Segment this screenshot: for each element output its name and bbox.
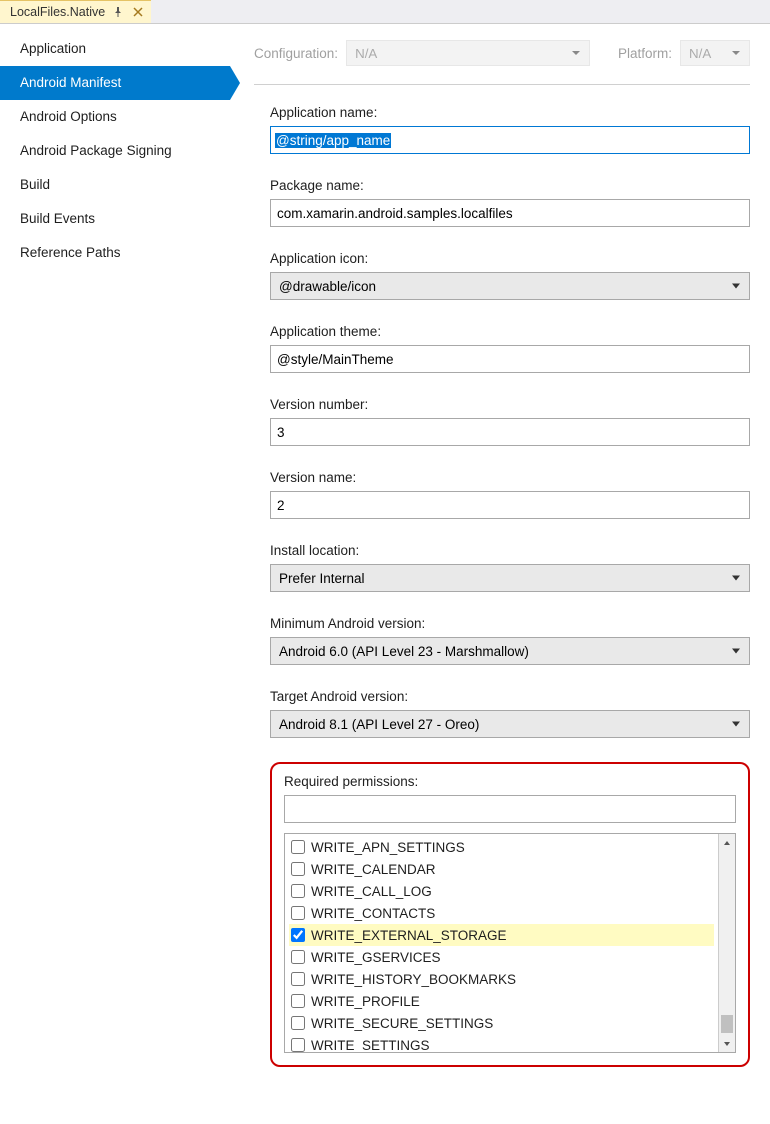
- permissions-scrollbar[interactable]: [718, 834, 735, 1052]
- permission-label: WRITE_CONTACTS: [311, 906, 435, 921]
- permission-row[interactable]: WRITE_SETTINGS: [289, 1034, 714, 1052]
- version-number-label: Version number:: [270, 397, 750, 412]
- min-android-select[interactable]: Android 6.0 (API Level 23 - Marshmallow): [270, 637, 750, 665]
- permission-checkbox[interactable]: [291, 1016, 305, 1030]
- tab-strip: LocalFiles.Native: [0, 0, 770, 24]
- scroll-down-icon[interactable]: [719, 1035, 735, 1052]
- permission-checkbox[interactable]: [291, 840, 305, 854]
- application-name-value: @string/app_name: [275, 133, 391, 148]
- application-name-input[interactable]: @string/app_name: [270, 126, 750, 154]
- sidebar: Application Android Manifest Android Opt…: [0, 24, 230, 1124]
- target-android-label: Target Android version:: [270, 689, 750, 704]
- close-icon[interactable]: [131, 5, 145, 19]
- permission-row[interactable]: WRITE_CALL_LOG: [289, 880, 714, 902]
- platform-label: Platform:: [618, 46, 672, 61]
- permission-checkbox[interactable]: [291, 950, 305, 964]
- permission-label: WRITE_SECURE_SETTINGS: [311, 1016, 493, 1031]
- permission-checkbox[interactable]: [291, 862, 305, 876]
- permission-row[interactable]: WRITE_CALENDAR: [289, 858, 714, 880]
- sidebar-item-android-manifest[interactable]: Android Manifest: [0, 66, 230, 100]
- sidebar-item-reference-paths[interactable]: Reference Paths: [0, 236, 230, 270]
- configuration-select: N/A: [346, 40, 590, 66]
- permissions-filter-input[interactable]: [284, 795, 736, 823]
- version-name-input[interactable]: [270, 491, 750, 519]
- version-name-label: Version name:: [270, 470, 750, 485]
- permission-row[interactable]: WRITE_HISTORY_BOOKMARKS: [289, 968, 714, 990]
- permission-label: WRITE_HISTORY_BOOKMARKS: [311, 972, 516, 987]
- sidebar-item-build[interactable]: Build: [0, 168, 230, 202]
- permission-label: WRITE_EXTERNAL_STORAGE: [311, 928, 507, 943]
- required-permissions-group: Required permissions: WRITE_APN_SETTINGS…: [270, 762, 750, 1067]
- permission-checkbox[interactable]: [291, 884, 305, 898]
- permission-row[interactable]: WRITE_APN_SETTINGS: [289, 836, 714, 858]
- permission-row[interactable]: WRITE_PROFILE: [289, 990, 714, 1012]
- package-name-label: Package name:: [270, 178, 750, 193]
- target-android-select[interactable]: Android 8.1 (API Level 27 - Oreo): [270, 710, 750, 738]
- permission-checkbox[interactable]: [291, 994, 305, 1008]
- permission-checkbox[interactable]: [291, 972, 305, 986]
- document-tab[interactable]: LocalFiles.Native: [0, 0, 151, 23]
- permission-label: WRITE_APN_SETTINGS: [311, 840, 465, 855]
- sidebar-item-application[interactable]: Application: [0, 32, 230, 66]
- permission-label: WRITE_PROFILE: [311, 994, 420, 1009]
- configuration-label: Configuration:: [254, 46, 338, 61]
- install-location-select[interactable]: Prefer Internal: [270, 564, 750, 592]
- permission-checkbox[interactable]: [291, 1038, 305, 1052]
- scroll-up-icon[interactable]: [719, 834, 735, 851]
- min-android-label: Minimum Android version:: [270, 616, 750, 631]
- permission-row[interactable]: WRITE_EXTERNAL_STORAGE: [289, 924, 714, 946]
- tab-title: LocalFiles.Native: [10, 5, 105, 19]
- permission-checkbox[interactable]: [291, 928, 305, 942]
- application-icon-select[interactable]: @drawable/icon: [270, 272, 750, 300]
- permission-row[interactable]: WRITE_CONTACTS: [289, 902, 714, 924]
- permission-checkbox[interactable]: [291, 906, 305, 920]
- install-location-label: Install location:: [270, 543, 750, 558]
- permission-label: WRITE_CALENDAR: [311, 862, 436, 877]
- sidebar-item-build-events[interactable]: Build Events: [0, 202, 230, 236]
- scroll-thumb[interactable]: [721, 1015, 733, 1033]
- version-number-input[interactable]: [270, 418, 750, 446]
- permission-row[interactable]: WRITE_SECURE_SETTINGS: [289, 1012, 714, 1034]
- required-permissions-label: Required permissions:: [284, 774, 736, 789]
- permissions-list[interactable]: WRITE_APN_SETTINGS WRITE_CALENDAR WRITE_CA…: [285, 834, 718, 1052]
- application-theme-input[interactable]: [270, 345, 750, 373]
- config-platform-row: Configuration: N/A Platform: N/A: [254, 40, 750, 85]
- permission-row[interactable]: WRITE_GSERVICES: [289, 946, 714, 968]
- application-name-label: Application name:: [270, 105, 750, 120]
- permission-label: WRITE_SETTINGS: [311, 1038, 430, 1053]
- platform-select: N/A: [680, 40, 750, 66]
- application-theme-label: Application theme:: [270, 324, 750, 339]
- permission-label: WRITE_CALL_LOG: [311, 884, 432, 899]
- sidebar-item-android-package-signing[interactable]: Android Package Signing: [0, 134, 230, 168]
- application-icon-label: Application icon:: [270, 251, 750, 266]
- package-name-input[interactable]: [270, 199, 750, 227]
- permission-label: WRITE_GSERVICES: [311, 950, 441, 965]
- pin-icon[interactable]: [111, 5, 125, 19]
- sidebar-item-android-options[interactable]: Android Options: [0, 100, 230, 134]
